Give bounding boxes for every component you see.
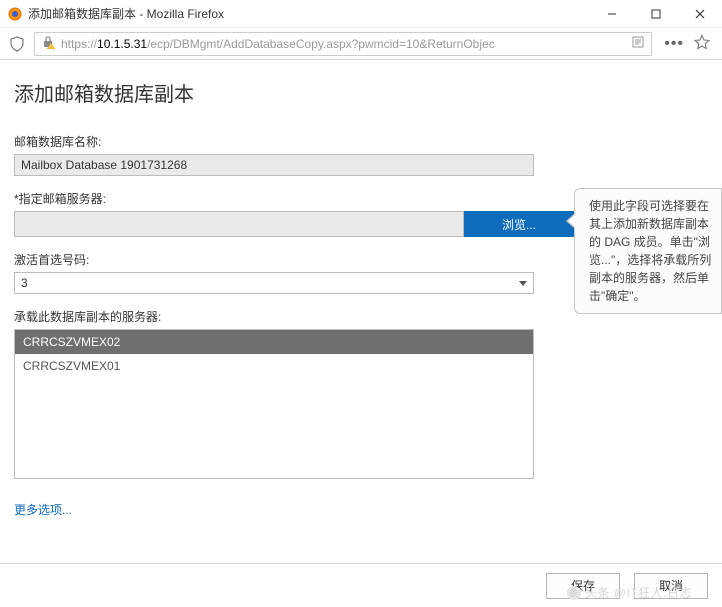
browse-button[interactable]: 浏览...	[464, 211, 574, 237]
window-title: 添加邮箱数据库副本 - Mozilla Firefox	[28, 5, 590, 22]
lock-warning-icon	[41, 35, 55, 52]
label-db-name: 邮箱数据库名称:	[14, 133, 708, 150]
section-db-name: 邮箱数据库名称: Mailbox Database 1901731268	[14, 133, 708, 176]
section-hosting-servers: 承载此数据库副本的服务器: CRRCSZVMEX02 CRRCSZVMEX01	[14, 308, 708, 479]
maximize-button[interactable]	[634, 0, 678, 28]
url-path: /ecp/DBMgmt/AddDatabaseCopy.aspx?pwmcid=…	[147, 37, 495, 51]
firefox-favicon	[8, 7, 22, 21]
activation-dropdown[interactable]: 3	[14, 272, 534, 294]
cancel-button[interactable]: 取消	[634, 573, 708, 599]
reader-mode-icon[interactable]	[631, 35, 645, 52]
close-button[interactable]	[678, 0, 722, 28]
activation-value: 3	[21, 276, 28, 290]
save-button[interactable]: 保存	[546, 573, 620, 599]
url-protocol: https://	[61, 37, 97, 51]
address-bar[interactable]: https://10.1.5.31/ecp/DBMgmt/AddDatabase…	[34, 32, 652, 56]
url-host: 10.1.5.31	[97, 37, 147, 51]
bookmark-star-icon[interactable]	[694, 34, 710, 53]
page-title: 添加邮箱数据库副本	[14, 78, 708, 107]
help-callout: 使用此字段可选择要在其上添加新数据库副本的 DAG 成员。单击"浏览..."，选…	[574, 188, 722, 314]
toolbar-after-address: •••	[660, 34, 714, 53]
help-text: 使用此字段可选择要在其上添加新数据库副本的 DAG 成员。单击"浏览..."，选…	[589, 199, 711, 303]
db-name-field: Mailbox Database 1901731268	[14, 154, 534, 176]
tracking-protection-icon[interactable]	[8, 35, 26, 53]
list-item[interactable]: CRRCSZVMEX02	[15, 330, 533, 354]
address-row: https://10.1.5.31/ecp/DBMgmt/AddDatabase…	[0, 28, 722, 60]
minimize-button[interactable]	[590, 0, 634, 28]
more-options-link[interactable]: 更多选项...	[14, 501, 72, 518]
window-titlebar: 添加邮箱数据库副本 - Mozilla Firefox	[0, 0, 722, 28]
server-field[interactable]	[14, 211, 464, 237]
page-actions-icon[interactable]: •••	[664, 35, 684, 53]
window-controls	[590, 0, 722, 28]
server-list[interactable]: CRRCSZVMEX02 CRRCSZVMEX01	[14, 329, 534, 479]
footer-bar: 保存 取消 条 头条 @IT狂人.日志	[0, 563, 722, 607]
list-item[interactable]: CRRCSZVMEX01	[15, 354, 533, 378]
